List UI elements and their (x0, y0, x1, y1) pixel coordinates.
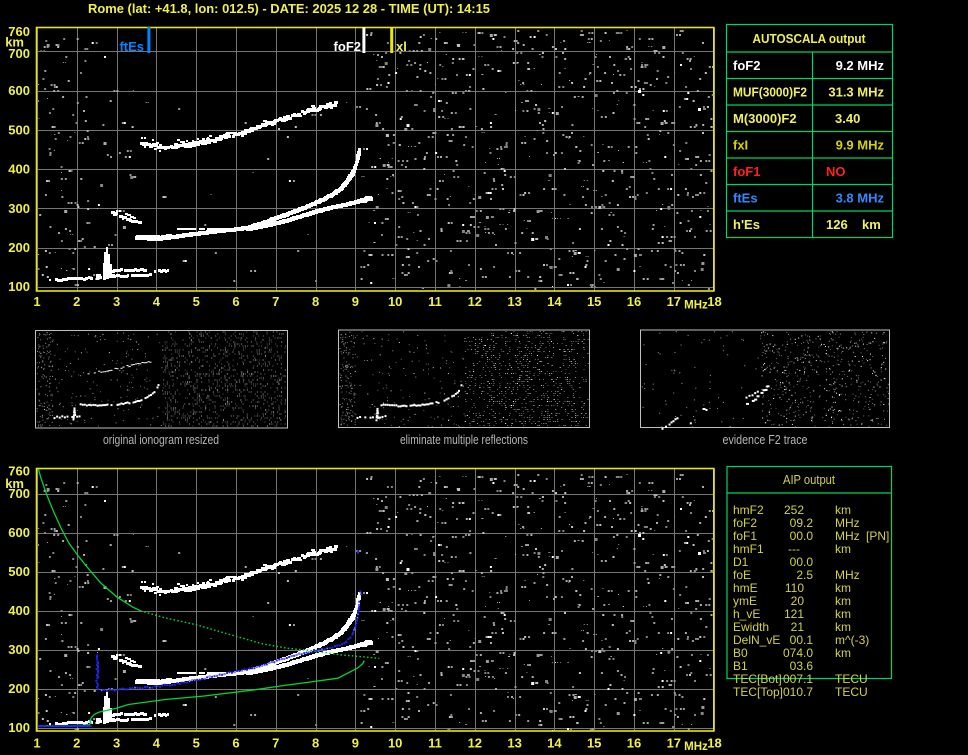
svg-text:10: 10 (388, 736, 402, 751)
svg-text:126: 126 (826, 217, 848, 232)
svg-text:9.2 MHz: 9.2 MHz (836, 58, 885, 73)
svg-text:400: 400 (8, 162, 30, 177)
svg-text:9.9 MHz: 9.9 MHz (836, 137, 885, 152)
svg-text:7: 7 (272, 294, 279, 309)
svg-text:15: 15 (587, 294, 601, 309)
svg-text:fxI: fxI (733, 137, 748, 152)
svg-text:18: 18 (707, 294, 721, 309)
svg-text:100: 100 (8, 720, 30, 735)
svg-text:12: 12 (468, 294, 482, 309)
svg-text:foF2: foF2 (334, 39, 361, 54)
svg-text:evidence F2 trace: evidence F2 trace (723, 432, 808, 447)
svg-text:foF2: foF2 (733, 58, 760, 73)
svg-text:3.40: 3.40 (835, 111, 860, 126)
svg-text:11: 11 (428, 736, 442, 751)
svg-text:500: 500 (8, 564, 30, 579)
svg-text:xl: xl (396, 39, 407, 54)
svg-text:7: 7 (272, 736, 279, 751)
svg-text:600: 600 (8, 83, 30, 98)
svg-text:400: 400 (8, 603, 30, 618)
svg-text:AUTOSCALA output: AUTOSCALA output (753, 31, 867, 46)
svg-text:14: 14 (547, 736, 562, 751)
svg-text:3: 3 (113, 294, 120, 309)
svg-text:500: 500 (8, 122, 30, 137)
svg-text:700: 700 (8, 486, 30, 501)
svg-text:M(3000)F2: M(3000)F2 (733, 111, 797, 126)
svg-text:4: 4 (153, 294, 161, 309)
svg-text:17: 17 (667, 736, 681, 751)
svg-text:14: 14 (547, 294, 562, 309)
svg-text:foF1: foF1 (733, 164, 760, 179)
svg-text:700: 700 (8, 46, 30, 61)
svg-text:2: 2 (73, 736, 80, 751)
svg-text:3: 3 (113, 736, 120, 751)
svg-text:18: 18 (707, 736, 721, 751)
svg-text:original ionogram resized: original ionogram resized (103, 432, 219, 447)
svg-text:h'Es: h'Es (733, 217, 760, 232)
svg-text:12: 12 (468, 736, 482, 751)
svg-text:600: 600 (8, 525, 30, 540)
svg-text:6: 6 (232, 294, 239, 309)
svg-text:ftEs: ftEs (119, 39, 144, 54)
svg-text:11: 11 (428, 294, 442, 309)
svg-text:6: 6 (232, 736, 239, 751)
svg-text:9: 9 (352, 736, 359, 751)
svg-text:15: 15 (587, 736, 601, 751)
svg-text:MHz: MHz (684, 741, 708, 753)
svg-text:16: 16 (627, 294, 641, 309)
svg-text:3.8 MHz: 3.8 MHz (836, 190, 885, 205)
svg-text:2: 2 (73, 294, 80, 309)
svg-text:300: 300 (8, 642, 30, 657)
svg-text:km: km (862, 217, 881, 232)
svg-text:13: 13 (507, 736, 521, 751)
svg-text:13: 13 (507, 294, 521, 309)
svg-text:200: 200 (8, 681, 30, 696)
svg-text:1: 1 (33, 294, 40, 309)
svg-text:MHz: MHz (684, 300, 708, 312)
svg-text:Rome (lat: +41.8, lon: 012.5): Rome (lat: +41.8, lon: 012.5) - DATE: 20… (88, 1, 490, 16)
svg-text:5: 5 (193, 736, 200, 751)
svg-text:1: 1 (33, 736, 40, 751)
svg-text:9: 9 (352, 294, 359, 309)
svg-text:5: 5 (193, 294, 200, 309)
svg-text:31.3 MHz: 31.3 MHz (828, 84, 884, 99)
svg-text:8: 8 (312, 294, 319, 309)
svg-text:17: 17 (667, 294, 681, 309)
svg-text:NO: NO (826, 164, 846, 179)
svg-text:10: 10 (388, 294, 402, 309)
svg-text:eliminate multiple reflections: eliminate multiple reflections (400, 432, 528, 447)
svg-text:100: 100 (8, 279, 30, 294)
svg-text:MUF(3000)F2: MUF(3000)F2 (733, 84, 807, 99)
svg-text:4: 4 (153, 736, 161, 751)
svg-text:ftEs: ftEs (733, 190, 758, 205)
svg-text:300: 300 (8, 201, 30, 216)
svg-text:16: 16 (627, 736, 641, 751)
svg-text:200: 200 (8, 240, 30, 255)
svg-text:8: 8 (312, 736, 319, 751)
